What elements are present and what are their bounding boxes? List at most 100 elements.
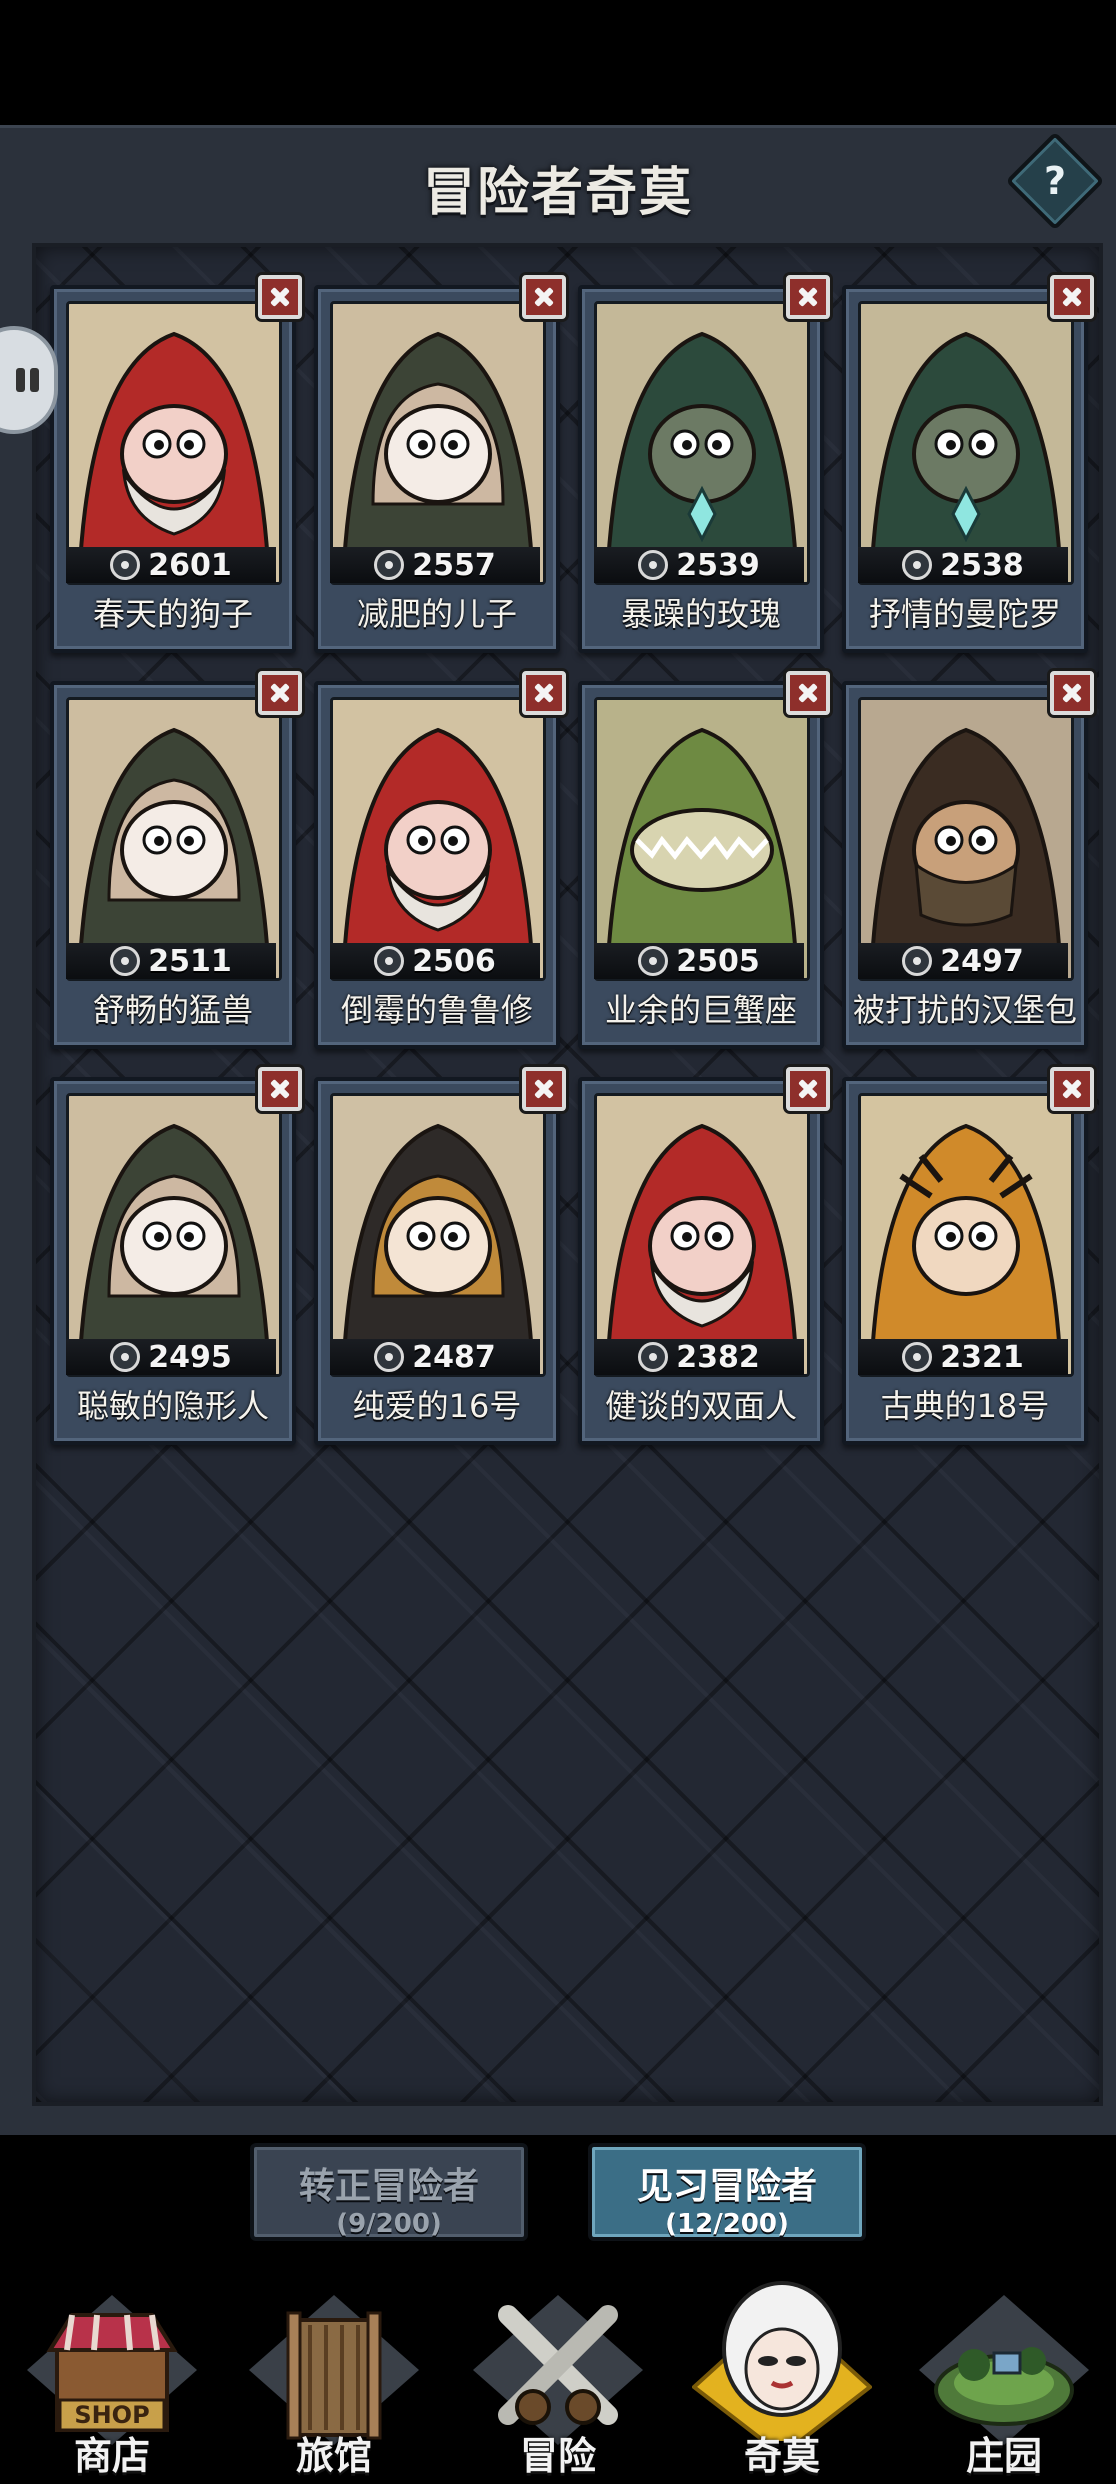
nav-label: 庄园: [965, 2434, 1042, 2478]
pause-icon-bar: [30, 368, 39, 392]
nav-label: 奇莫: [743, 2434, 820, 2478]
power-badge: 2506: [330, 943, 540, 979]
power-value: 2497: [940, 943, 1024, 979]
power-value: 2505: [676, 943, 760, 979]
adventurer-card[interactable]: 2495 聪敏的隐形人: [50, 1067, 302, 1445]
power-value: 2506: [412, 943, 496, 979]
nav-label: 商店: [73, 2434, 150, 2478]
adventurer-card[interactable]: 2487 纯爱的16号: [314, 1067, 566, 1445]
power-value: 2538: [940, 547, 1024, 583]
power-value: 2487: [412, 1339, 496, 1375]
nav-adventure[interactable]: 冒险: [448, 2255, 668, 2484]
wrench-icon: [110, 1342, 141, 1372]
target-icon: [902, 946, 933, 976]
adventurer-portrait: [330, 301, 546, 585]
brush-icon: [374, 946, 405, 976]
power-badge: 2321: [858, 1339, 1068, 1375]
nav-chimo[interactable]: 奇莫: [672, 2255, 892, 2484]
nav-label: 冒险: [519, 2434, 596, 2478]
nav-manor[interactable]: 庄园: [894, 2255, 1114, 2484]
adventurer-card[interactable]: 2557 减肥的儿子: [314, 275, 566, 653]
wrench-icon: [110, 946, 141, 976]
power-value: 2382: [676, 1339, 760, 1375]
tab-count: (9/200): [336, 2209, 442, 2239]
adventurer-name: 减肥的儿子: [356, 595, 517, 633]
power-badge: 2505: [594, 943, 804, 979]
adventurer-portrait: [66, 697, 282, 981]
bottom-nav: SHOP 商店 旅馆 冒险 奇莫 庄园: [0, 2255, 1116, 2484]
dismiss-icon[interactable]: [1050, 275, 1094, 319]
target-icon: [638, 550, 669, 580]
adventurer-card[interactable]: 2497 被打扰的汉堡包: [842, 671, 1094, 1049]
adventurer-card[interactable]: 2506 倒霉的鲁鲁修: [314, 671, 566, 1049]
power-value: 2495: [148, 1339, 232, 1375]
shop-icon: SHOP: [27, 2295, 197, 2445]
tab-regular-adventurers[interactable]: 转正冒险者 (9/200): [250, 2143, 528, 2241]
dismiss-icon[interactable]: [258, 671, 302, 715]
adventurer-portrait: [330, 697, 546, 981]
dismiss-icon[interactable]: [522, 275, 566, 319]
adventurer-name: 被打扰的汉堡包: [852, 991, 1077, 1029]
target-icon: [902, 550, 933, 580]
adventurer-card[interactable]: 2382 健谈的双面人: [578, 1067, 830, 1445]
target-icon: [110, 550, 141, 580]
dismiss-icon[interactable]: [522, 671, 566, 715]
dismiss-icon[interactable]: [786, 671, 830, 715]
dismiss-icon[interactable]: [786, 275, 830, 319]
tab-count: (12/200): [665, 2209, 789, 2239]
power-value: 2601: [148, 547, 232, 583]
power-badge: 2539: [594, 547, 804, 583]
adventurer-name: 聪敏的隐形人: [76, 1387, 269, 1425]
adventurer-portrait: [66, 301, 282, 585]
manor-icon: [919, 2295, 1089, 2445]
brush-icon: [374, 550, 405, 580]
nav-shop[interactable]: SHOP 商店: [2, 2255, 222, 2484]
question-icon: ?: [1043, 159, 1067, 203]
dismiss-icon[interactable]: [522, 1067, 566, 1111]
tab-label: 见习冒险者: [636, 2166, 817, 2207]
chimo-icon: [692, 2281, 872, 2441]
adventurer-card[interactable]: 2505 业余的巨蟹座: [578, 671, 830, 1049]
adventurer-panel: 冒险者奇莫 ? 2601 春天的狗子 2557 减肥的儿子 2539 暴躁的玫瑰 2538 抒…: [0, 125, 1116, 2138]
dismiss-icon[interactable]: [258, 275, 302, 319]
adventurer-name: 倒霉的鲁鲁修: [340, 991, 533, 1029]
power-badge: 2497: [858, 943, 1068, 979]
brush-icon: [638, 1342, 669, 1372]
adventurer-grid: 2601 春天的狗子 2557 减肥的儿子 2539 暴躁的玫瑰 2538 抒情的曼陀罗 251…: [32, 243, 1103, 2106]
tab-label: 转正冒险者: [298, 2166, 479, 2207]
adventurer-name: 业余的巨蟹座: [604, 991, 797, 1029]
game-screen: 冒险者奇莫 ? 2601 春天的狗子 2557 减肥的儿子 2539 暴躁的玫瑰 2538 抒…: [0, 0, 1116, 2484]
adventurer-card[interactable]: 2601 春天的狗子: [50, 275, 302, 653]
adventurer-portrait: [594, 697, 810, 981]
dismiss-icon[interactable]: [1050, 1067, 1094, 1111]
adventurer-name: 暴躁的玫瑰: [620, 595, 781, 633]
adventurer-name: 舒畅的猛兽: [92, 991, 253, 1029]
wrench-icon: [638, 946, 669, 976]
pause-icon: [16, 368, 25, 392]
crossed-swords-icon: [473, 2295, 643, 2445]
tab-trainee-adventurers[interactable]: 见习冒险者 (12/200): [588, 2143, 866, 2241]
dismiss-icon[interactable]: [258, 1067, 302, 1111]
power-badge: 2495: [66, 1339, 276, 1375]
adventurer-portrait: [594, 1093, 810, 1377]
adventurer-portrait: [858, 301, 1074, 585]
adventurer-portrait: [66, 1093, 282, 1377]
adventurer-portrait: [858, 697, 1074, 981]
adventurer-name: 古典的18号: [880, 1387, 1050, 1425]
target-icon: [902, 1342, 933, 1372]
adventurer-card[interactable]: 2511 舒畅的猛兽: [50, 671, 302, 1049]
adventurer-card[interactable]: 2539 暴躁的玫瑰: [578, 275, 830, 653]
power-value: 2511: [148, 943, 232, 979]
adventurer-name: 抒情的曼陀罗: [868, 595, 1061, 633]
dismiss-icon[interactable]: [786, 1067, 830, 1111]
power-value: 2557: [412, 547, 496, 583]
dismiss-icon[interactable]: [1050, 671, 1094, 715]
adventurer-name: 纯爱的16号: [352, 1387, 522, 1425]
adventurer-card[interactable]: 2538 抒情的曼陀罗: [842, 275, 1094, 653]
power-badge: 2601: [66, 547, 276, 583]
adventurer-card[interactable]: 2321 古典的18号: [842, 1067, 1094, 1445]
power-value: 2321: [940, 1339, 1024, 1375]
adventurer-portrait: [594, 301, 810, 585]
tavern-icon: [249, 2295, 419, 2445]
nav-tavern[interactable]: 旅馆: [224, 2255, 444, 2484]
